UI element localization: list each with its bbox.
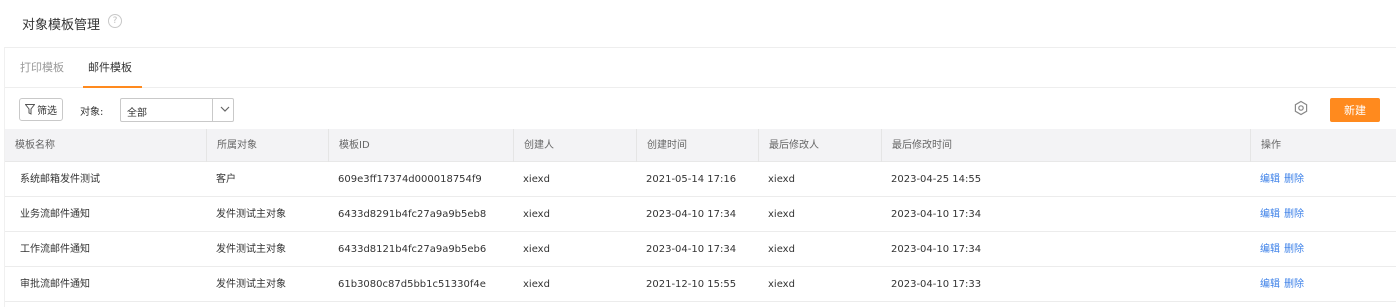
cell-modifier: xiexd	[768, 209, 795, 220]
tab-bar: 打印模板 邮件模板	[5, 48, 1396, 88]
chevron-down-icon[interactable]	[218, 102, 232, 116]
filter-button-label: 筛选	[37, 106, 57, 117]
delete-link[interactable]: 删除	[1284, 279, 1304, 290]
column-header-object: 所属对象	[206, 129, 328, 162]
cell-object: 发件测试主对象	[216, 244, 286, 255]
delete-link[interactable]: 删除	[1284, 244, 1304, 255]
table-row: 业务流邮件通知 发件测试主对象 6433d8291b4fc27a9a9b5eb8…	[5, 197, 1396, 232]
column-header-id: 模板ID	[328, 129, 513, 162]
tab-print-template[interactable]: 打印模板	[20, 59, 64, 75]
column-header-created-time: 创建时间	[636, 129, 758, 162]
filter-button[interactable]: 筛选	[19, 98, 63, 121]
filter-icon	[25, 104, 35, 115]
template-table: 模板名称 所属对象 模板ID 创建人 创建时间 最后修改人 最后修改时间 操作 …	[5, 129, 1396, 302]
table-header: 模板名称 所属对象 模板ID 创建人 创建时间 最后修改人 最后修改时间 操作	[5, 129, 1396, 162]
object-select[interactable]: 全部	[120, 98, 234, 122]
delete-link[interactable]: 删除	[1284, 209, 1304, 220]
column-header-creator: 创建人	[513, 129, 636, 162]
settings-icon[interactable]	[1293, 100, 1309, 116]
main-content: 打印模板 邮件模板 筛选 对象: 全部 新建 模板名称 所属对象 模板ID 创建…	[4, 47, 1396, 307]
help-icon[interactable]: ?	[108, 14, 122, 28]
cell-id: 6433d8291b4fc27a9a9b5eb8	[338, 209, 487, 220]
tab-mail-template[interactable]: 邮件模板	[88, 59, 132, 75]
table-row: 审批流邮件通知 发件测试主对象 61b3080c87d5bb1c51330f4e…	[5, 267, 1396, 302]
cell-created-time: 2021-12-10 15:55	[646, 279, 737, 290]
cell-creator: xiexd	[523, 209, 550, 220]
cell-actions: 编辑 删除	[1250, 267, 1308, 302]
column-header-modifier: 最后修改人	[758, 129, 881, 162]
edit-link[interactable]: 编辑	[1260, 209, 1280, 220]
cell-created-time: 2023-04-10 17:34	[646, 244, 737, 255]
cell-object: 发件测试主对象	[216, 209, 286, 220]
cell-name: 工作流邮件通知	[20, 244, 90, 255]
object-label: 对象:	[80, 107, 104, 118]
edit-link[interactable]: 编辑	[1260, 174, 1280, 185]
cell-object: 客户	[216, 174, 236, 185]
cell-created-time: 2021-05-14 17:16	[646, 174, 737, 185]
table-row: 工作流邮件通知 发件测试主对象 6433d8121b4fc27a9a9b5eb6…	[5, 232, 1396, 267]
cell-modified-time: 2023-04-25 14:55	[891, 174, 982, 185]
cell-modifier: xiexd	[768, 174, 795, 185]
cell-id: 609e3ff17374d000018754f9	[338, 174, 482, 185]
cell-name: 审批流邮件通知	[20, 279, 90, 290]
cell-actions: 编辑 删除	[1250, 197, 1308, 232]
active-tab-indicator	[83, 86, 142, 88]
cell-modified-time: 2023-04-10 17:34	[891, 209, 982, 220]
cell-name: 系统邮箱发件测试	[20, 174, 100, 185]
cell-creator: xiexd	[523, 279, 550, 290]
new-button[interactable]: 新建	[1330, 98, 1380, 122]
edit-link[interactable]: 编辑	[1260, 244, 1280, 255]
cell-actions: 编辑 删除	[1250, 162, 1308, 197]
cell-creator: xiexd	[523, 174, 550, 185]
page-header: 对象模板管理 ?	[0, 0, 1396, 45]
cell-id: 61b3080c87d5bb1c51330f4e	[338, 279, 486, 290]
column-header-name: 模板名称	[15, 140, 55, 151]
cell-id: 6433d8121b4fc27a9a9b5eb6	[338, 244, 487, 255]
cell-modifier: xiexd	[768, 244, 795, 255]
column-header-modified-time: 最后修改时间	[881, 129, 1250, 162]
cell-created-time: 2023-04-10 17:34	[646, 209, 737, 220]
select-divider	[212, 99, 213, 121]
page-title: 对象模板管理	[22, 18, 101, 33]
cell-object: 发件测试主对象	[216, 279, 286, 290]
column-header-actions: 操作	[1250, 129, 1396, 162]
cell-modified-time: 2023-04-10 17:34	[891, 244, 982, 255]
cell-modified-time: 2023-04-10 17:33	[891, 279, 982, 290]
table-row: 系统邮箱发件测试 客户 609e3ff17374d000018754f9 xie…	[5, 162, 1396, 197]
cell-creator: xiexd	[523, 244, 550, 255]
cell-actions: 编辑 删除	[1250, 232, 1308, 267]
edit-link[interactable]: 编辑	[1260, 279, 1280, 290]
object-select-value: 全部	[127, 108, 147, 119]
cell-name: 业务流邮件通知	[20, 209, 90, 220]
delete-link[interactable]: 删除	[1284, 174, 1304, 185]
cell-modifier: xiexd	[768, 279, 795, 290]
toolbar: 筛选 对象: 全部 新建	[5, 89, 1396, 129]
